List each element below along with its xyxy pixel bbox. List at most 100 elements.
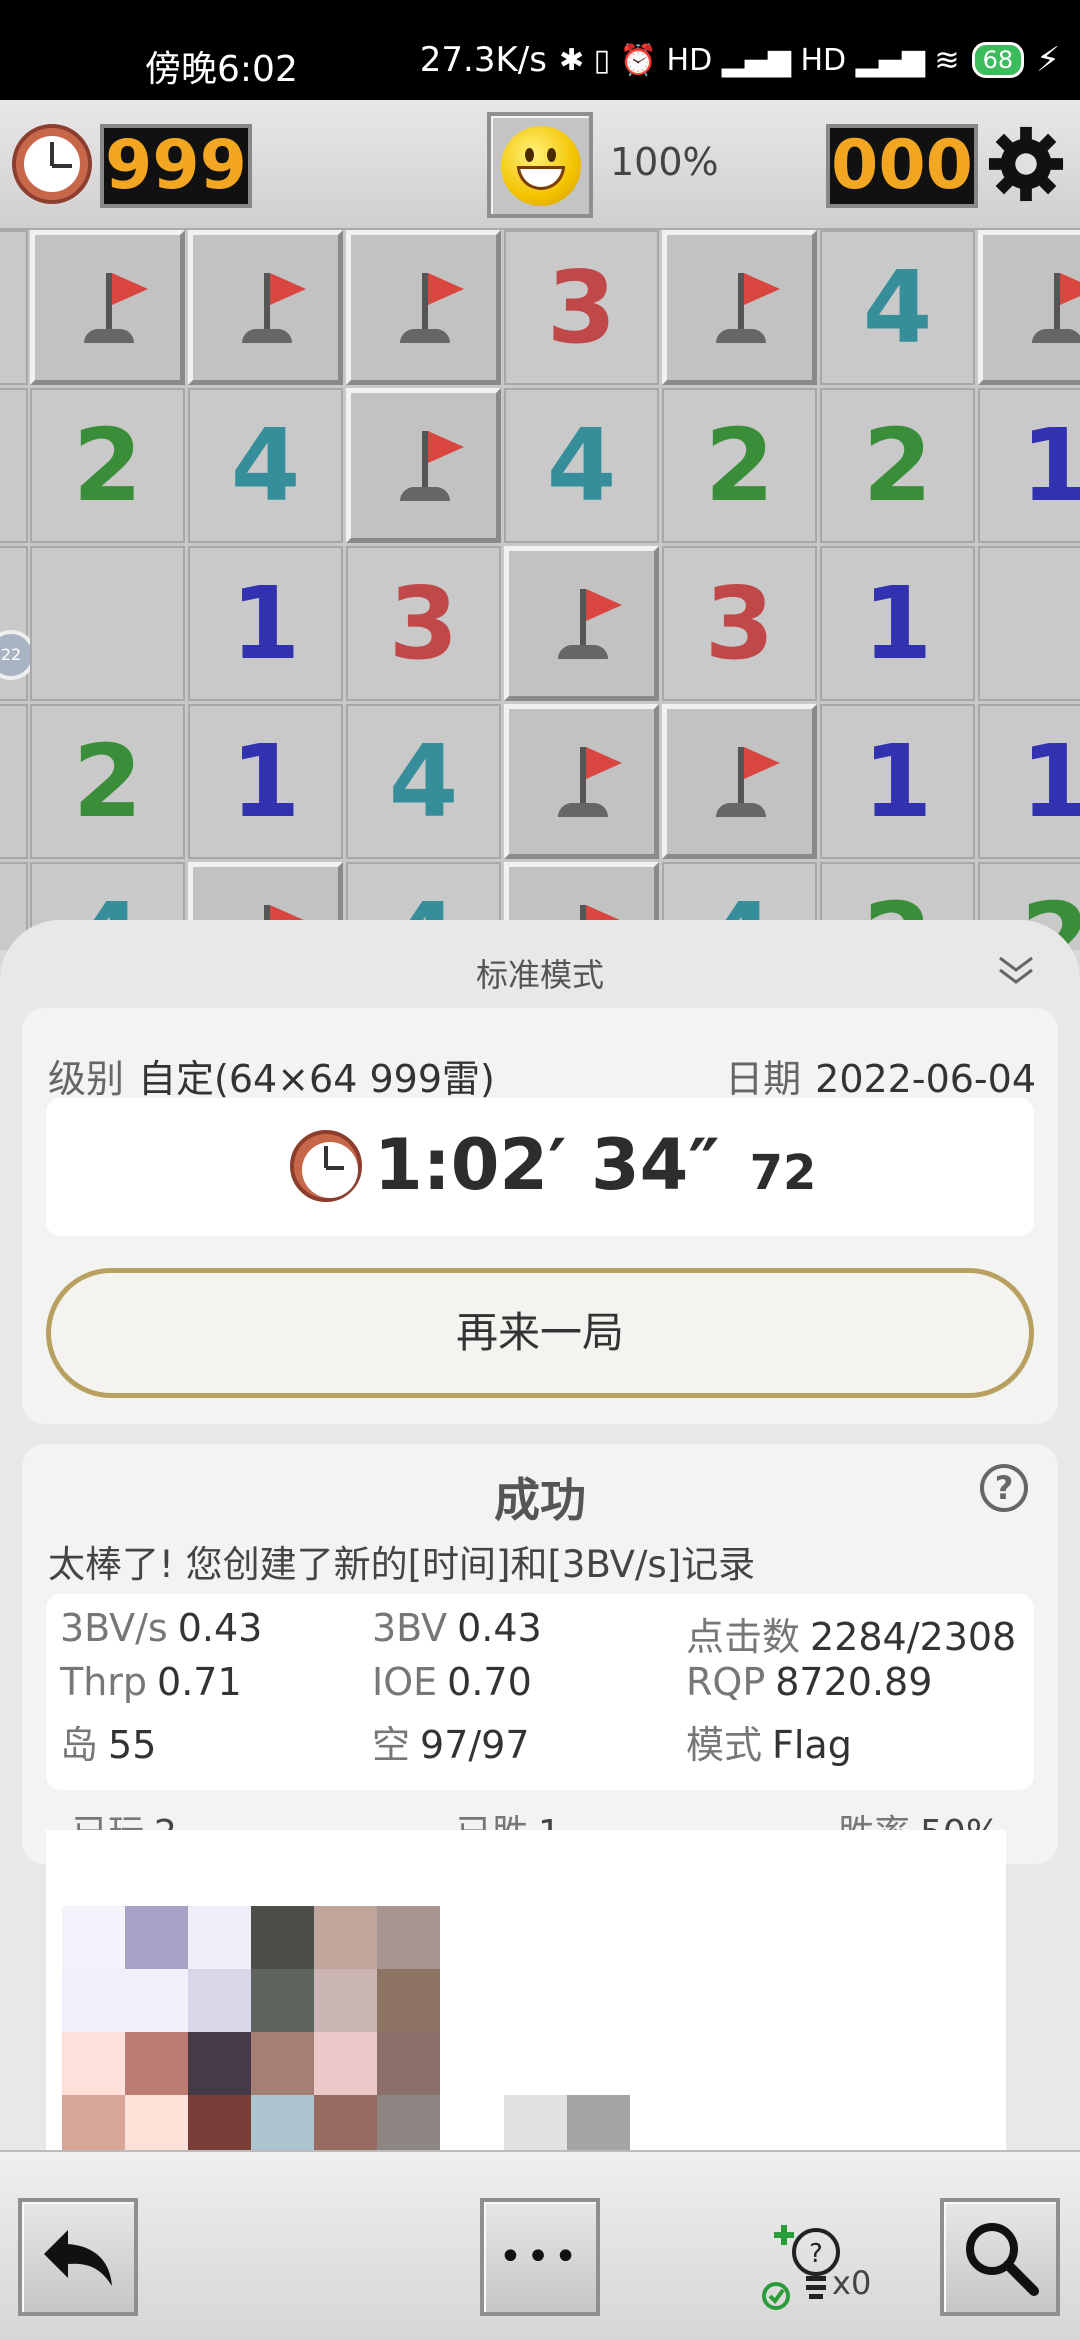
mosaic-pixel [125,2095,188,2150]
flag-icon [384,421,464,511]
mosaic-pixel [567,2095,630,2150]
mosaic-pixel [62,1969,125,2032]
flagged-cell[interactable] [504,704,659,859]
stat-empty: 空 97/97 [372,1723,530,1767]
number-cell[interactable]: 2 [820,388,975,543]
flagged-cell[interactable] [662,704,817,859]
progress-percent: 100% [610,140,719,184]
flag-icon [384,263,464,353]
finish-time-main: 1:02′ 34″ [374,1124,720,1206]
number-cell[interactable]: 3 [346,546,501,701]
sheet-title: 标准模式 [475,956,604,994]
edge-cell[interactable] [0,704,28,859]
game-info-card: 级别 自定(64×64 999雷) 日期 2022-06-04 1:02′ 34″ 7… [22,1008,1058,1424]
restart-smiley-button[interactable] [487,112,593,218]
level-info: 级别 自定(64×64 999雷) [48,1048,495,1103]
settings-gear-icon[interactable] [987,125,1065,203]
cell-number: 1 [862,723,933,840]
cell-number: 1 [862,565,933,682]
finish-time: 1:02′ 34″ 72 [374,1124,816,1206]
mosaic-pixel [188,2032,251,2095]
charging-icon: ⚡ [1036,40,1060,80]
cell-number: 3 [388,565,459,682]
mosaic-pixel [62,1906,125,1969]
help-icon[interactable]: ? [980,1464,1028,1512]
stat-ioe: IOE 0.70 [372,1660,532,1704]
smiley-face-icon [501,126,581,206]
date-key: 日期 [725,1057,802,1101]
number-cell[interactable]: 3 [504,230,659,385]
flagged-cell[interactable] [188,230,343,385]
magnifier-icon [966,2223,1039,2296]
mosaic-pixel [62,2095,125,2150]
cell-number: 1 [1020,723,1080,840]
number-cell[interactable]: 2 [30,704,185,859]
number-cell[interactable]: 1 [820,704,975,859]
mosaic-pixel [188,1969,251,2032]
empty-cell[interactable] [30,546,185,701]
flagged-cell[interactable] [346,230,501,385]
number-cell[interactable]: 4 [188,388,343,543]
record-message: 太棒了! 您创建了新的[时间]和[3BV/s]记录 [48,1543,756,1586]
search-button[interactable] [940,2198,1060,2316]
number-cell[interactable]: 1 [978,388,1080,543]
mosaic-pixel [125,2032,188,2095]
result-card: 成功 ? 太棒了! 您创建了新的[时间]和[3BV/s]记录 3BV/s 0.43… [22,1444,1058,1864]
game-header: 999 100% 000 [0,100,1080,230]
undo-button[interactable] [18,2198,138,2316]
mosaic-pixel [62,2032,125,2095]
flagged-cell[interactable] [30,230,185,385]
status-bar: 傍晚6:02 27.3K/s ✱ ▯ ⏰ HD ▂▄▆ HD ▂▄▆ ≋ 68 … [0,0,1080,100]
mosaic-pixel [377,2095,440,2150]
collapse-chevron-icon[interactable] [996,950,1036,990]
number-cell[interactable]: 1 [188,704,343,859]
play-again-button[interactable]: 再来一局 [46,1268,1034,1398]
mosaic-pixel [251,1906,314,1969]
stat-3bv-per-s: 3BV/s 0.43 [60,1606,263,1650]
status-icons-text: ✱ ▯ ⏰ HD ▂▄▆ HD ▂▄▆ ≋ [558,42,960,78]
finish-time-fraction: 72 [749,1145,817,1201]
number-cell[interactable]: 4 [346,704,501,859]
mosaic-pixel [125,1906,188,1969]
number-cell[interactable]: 2 [30,388,185,543]
timer-display: 999 [100,124,252,208]
mosaic-pixel [314,1906,377,1969]
finish-clock-icon [290,1130,362,1202]
flag-icon [700,263,780,353]
battery-level: 68 [982,46,1014,74]
flagged-cell[interactable] [978,230,1080,385]
cell-number: 3 [546,249,617,366]
number-cell[interactable]: 4 [820,230,975,385]
cell-number: 3 [704,565,775,682]
number-cell[interactable]: 1 [978,704,1080,859]
mosaic-pixel [377,2032,440,2095]
flagged-cell[interactable] [662,230,817,385]
number-cell[interactable]: 1 [188,546,343,701]
stats-table: 3BV/s 0.43 3BV 0.43 点击数 2284/2308 Thrp 0.71 … [46,1594,1034,1790]
undo-arrow-icon [44,2230,112,2286]
empty-cell[interactable] [978,546,1080,701]
minefield-board[interactable]: 22 3424422113312141144422 [0,230,1080,950]
level-key: 级别 [48,1057,125,1101]
more-button[interactable]: ••• [480,2198,600,2316]
mosaic-pixel [125,1969,188,2032]
edge-cell[interactable] [0,230,28,385]
more-dots-icon: ••• [498,2234,582,2280]
mosaic-pixel [377,1969,440,2032]
flagged-cell[interactable] [504,546,659,701]
cell-number: 1 [1020,407,1080,524]
bottom-toolbar: ••• ? x0 [0,2150,1080,2340]
date-value: 2022-06-04 [815,1057,1036,1101]
mosaic-pixel [251,2095,314,2150]
mosaic-pixel [314,2095,377,2150]
flagged-cell[interactable] [346,388,501,543]
cell-number: 1 [230,565,301,682]
edge-cell[interactable] [0,388,28,543]
number-cell[interactable]: 1 [820,546,975,701]
number-cell[interactable]: 2 [662,388,817,543]
cell-number: 2 [862,407,933,524]
number-cell[interactable]: 3 [662,546,817,701]
cell-number: 4 [230,407,301,524]
number-cell[interactable]: 4 [504,388,659,543]
mosaic-pixel [377,1906,440,1969]
